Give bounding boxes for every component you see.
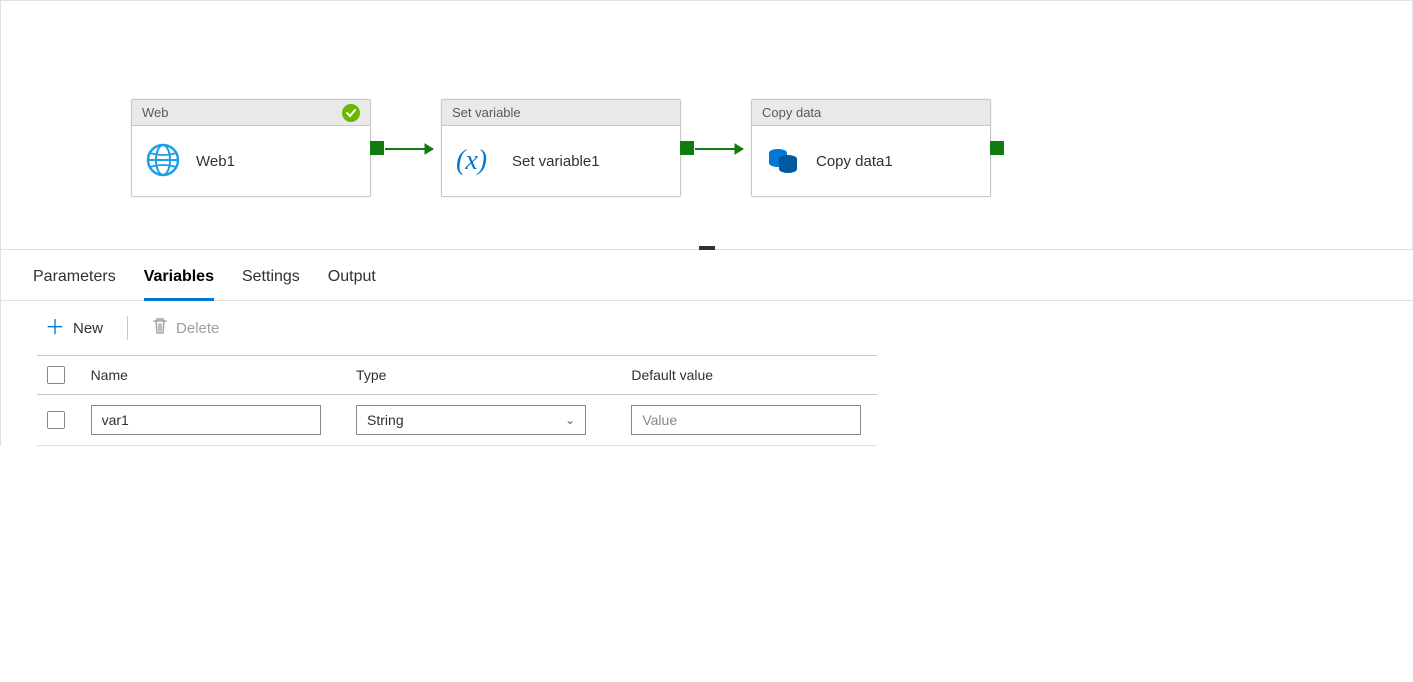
activity-copy-data[interactable]: Copy data Copy data1 xyxy=(751,99,991,197)
variables-grid: Name Type Default value String ⌄ xyxy=(37,355,877,446)
col-header-default: Default value xyxy=(631,367,867,383)
activity-web[interactable]: Web Web1 xyxy=(131,99,371,197)
row-checkbox[interactable] xyxy=(47,411,65,429)
activity-body: Copy data1 xyxy=(752,126,990,196)
pipeline-canvas[interactable]: Web Web1 Set variable xyxy=(0,0,1413,250)
variable-default-input[interactable] xyxy=(631,405,861,435)
delete-button-label: Delete xyxy=(176,320,219,337)
properties-tabs: Parameters Variables Settings Output xyxy=(1,250,1413,301)
globe-icon xyxy=(146,143,180,180)
activity-header: Web xyxy=(132,100,370,126)
variable-row: String ⌄ xyxy=(37,395,877,446)
activity-body: Web1 xyxy=(132,126,370,196)
col-header-type: Type xyxy=(356,367,611,383)
activity-type-label: Web xyxy=(142,105,169,120)
output-port[interactable] xyxy=(990,141,1004,155)
copy-data-icon xyxy=(766,143,800,180)
activity-name: Web1 xyxy=(196,153,235,170)
new-button[interactable]: ＋ New xyxy=(41,318,107,339)
tab-parameters[interactable]: Parameters xyxy=(33,268,116,301)
success-check-icon xyxy=(342,104,360,122)
activity-set-variable[interactable]: Set variable (x) Set variable1 xyxy=(441,99,681,197)
output-port[interactable] xyxy=(680,141,694,155)
activity-type-label: Copy data xyxy=(762,105,821,120)
activity-type-label: Set variable xyxy=(452,105,521,120)
output-port[interactable] xyxy=(370,141,384,155)
variable-type-value: String xyxy=(367,412,404,428)
toolbar-divider xyxy=(127,316,128,340)
new-button-label: New xyxy=(73,320,103,337)
pipeline-connector xyxy=(385,141,445,161)
tab-settings[interactable]: Settings xyxy=(242,268,300,301)
properties-panel: Parameters Variables Settings Output ＋ N… xyxy=(0,250,1413,446)
trash-icon xyxy=(152,317,168,339)
variables-toolbar: ＋ New Delete xyxy=(1,301,1413,355)
grid-header-row: Name Type Default value xyxy=(37,356,877,395)
variable-name-input[interactable] xyxy=(91,405,321,435)
activity-header: Set variable xyxy=(442,100,680,126)
activity-body: (x) Set variable1 xyxy=(442,126,680,196)
variable-type-select[interactable]: String ⌄ xyxy=(356,405,586,435)
activity-header: Copy data xyxy=(752,100,990,126)
activity-name: Copy data1 xyxy=(816,153,893,170)
tab-variables[interactable]: Variables xyxy=(144,268,214,301)
chevron-down-icon: ⌄ xyxy=(565,413,575,427)
select-all-checkbox[interactable] xyxy=(47,366,65,384)
col-header-name: Name xyxy=(91,367,336,383)
delete-button[interactable]: Delete xyxy=(148,315,223,341)
variable-icon: (x) xyxy=(456,143,496,180)
panel-resize-grip[interactable] xyxy=(699,246,715,250)
tab-output[interactable]: Output xyxy=(328,268,376,301)
pipeline-connector xyxy=(695,141,755,161)
activity-name: Set variable1 xyxy=(512,153,600,170)
svg-text:(x): (x) xyxy=(456,145,487,176)
